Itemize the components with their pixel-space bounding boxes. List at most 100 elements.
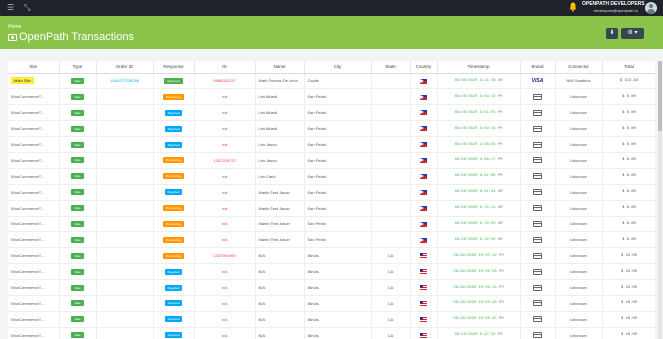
cell-id[interactable]: n/a (194, 231, 256, 249)
cell-order-id[interactable] (96, 247, 154, 265)
column-header-name[interactable]: Name (255, 61, 305, 74)
cell-state: CA (371, 279, 411, 296)
scrollbar-thumb[interactable] (658, 61, 662, 131)
user-name[interactable]: OPENPATH DEVELOPERS (582, 1, 645, 7)
column-header-state[interactable]: State (371, 61, 411, 74)
cell-total: $ 10.00 (602, 327, 655, 339)
cell-id[interactable]: n/a (194, 295, 256, 312)
cell-order-id[interactable] (96, 136, 154, 153)
cell-order-id[interactable] (96, 231, 154, 249)
cell-order-id[interactable] (96, 184, 154, 201)
table-row[interactable]: WooCommerceT... Sale Rejected n/a Lim Aldaid… (8, 104, 655, 122)
cell-country (410, 104, 438, 122)
philippines-flag-icon (420, 94, 427, 100)
table-row[interactable]: WooCommerceT... Sale Rejected n/a Lim Jason S… (8, 136, 655, 153)
cell-type: Sale (59, 231, 97, 249)
column-header-brand[interactable]: Brand (520, 61, 556, 74)
table-row[interactable]: WooCommerceT... Sale Rejected n/a N/A Illinoi… (8, 311, 655, 328)
cell-order-id[interactable] (96, 88, 154, 106)
cell-id[interactable]: n/a (194, 311, 256, 328)
cell-connector: Unknown (555, 247, 603, 265)
cell-city: San Pedro (304, 152, 372, 169)
cell-id[interactable]: n/a (194, 279, 256, 296)
response-badge: Rejected (164, 109, 183, 116)
cell-order-id[interactable] (96, 263, 154, 281)
cell-id[interactable]: n/a (194, 88, 256, 106)
cell-order-id[interactable] (96, 279, 154, 296)
cell-order-id[interactable] (96, 152, 154, 169)
table-row[interactable]: WooCommerceT... Sale Processing 1337964965 N… (8, 247, 655, 265)
table-row[interactable]: WooCommerceT... Sale Rejected n/a N/A Illinoi… (8, 279, 655, 296)
response-badge: Processing (163, 93, 184, 100)
cell-site: WooCommerceT... (8, 295, 60, 312)
table-row[interactable]: WooCommerceT... Sale Processing n/a Martin T… (8, 231, 655, 249)
scrollbar[interactable] (658, 61, 662, 339)
cell-id[interactable]: 1337964965 (194, 247, 256, 265)
table-row[interactable]: WooCommerceT... Sale Processing 1337209722 L… (8, 152, 655, 169)
download-button[interactable]: ⬇ (606, 28, 618, 39)
table-row[interactable]: WooCommerceT... Sale Processing n/a Lim Carl… (8, 168, 655, 185)
credit-card-icon (533, 109, 542, 116)
column-header-order-id[interactable]: Order ID (96, 61, 154, 74)
cell-id[interactable]: 1337209722 (194, 152, 256, 169)
column-header-type[interactable]: Type (59, 61, 97, 74)
cell-id[interactable]: 0988262227 (194, 73, 256, 90)
table-row[interactable]: WooCommerceT... Sale Processing n/a Lim Alda… (8, 88, 655, 106)
cell-connector: Unknown (555, 168, 603, 185)
cell-timestamp: 09/28/2020 3:51:55 PM (437, 104, 521, 122)
table-row[interactable]: WooCommerceT... Sale Rejected n/a N/A Illinoi… (8, 295, 655, 312)
column-header-connector[interactable]: Connector (555, 61, 603, 74)
visa-icon: VISA (531, 77, 544, 84)
cell-response: Rejected (153, 120, 195, 138)
column-header-response[interactable]: Response (153, 61, 195, 74)
cell-site: WooCommerceT... (8, 279, 60, 296)
cell-id[interactable]: n/a (194, 168, 256, 185)
column-header-total[interactable]: Total (602, 61, 655, 74)
type-badge: Sale (71, 220, 84, 227)
cell-timestamp: 09/18/2020 10:05:14 PM (437, 279, 521, 296)
cell-order-id[interactable] (96, 200, 154, 217)
settings-button[interactable]: ⚙ ▾ (621, 28, 644, 39)
table-row[interactable]: WooCommerceT... Sale Rejected n/a Lim Aldaid… (8, 120, 655, 138)
table-row[interactable]: WooCommerceT... Sale Rejected n/a N/A Illinoi… (8, 327, 655, 339)
table-row[interactable]: WooCommerceT... Sale Processing n/a Martin T… (8, 216, 655, 233)
cell-id[interactable]: n/a (194, 216, 256, 233)
breadcrumb[interactable]: Home (8, 24, 21, 30)
cell-state: CA (371, 247, 411, 265)
table-row[interactable]: WooCommerceT... Sale Processing n/a Martin T… (8, 200, 655, 217)
cell-id[interactable]: n/a (194, 136, 256, 153)
cell-order-id[interactable] (96, 311, 154, 328)
cell-order-id[interactable] (96, 168, 154, 185)
cell-timestamp: 09/28/2020 9:15:11 AM (437, 200, 521, 217)
philippines-flag-icon (420, 126, 427, 132)
cell-order-id[interactable] (96, 104, 154, 122)
cell-site: WooCommerceT... (8, 88, 60, 106)
column-header-id[interactable]: ID (194, 61, 256, 74)
cell-order-id[interactable] (96, 120, 154, 138)
cell-id[interactable]: n/a (194, 120, 256, 138)
type-badge: Sale (71, 284, 84, 291)
column-header-timestamp[interactable]: Timestamp (437, 61, 521, 74)
column-header-city[interactable]: City (304, 61, 372, 74)
cell-id[interactable]: n/a (194, 200, 256, 217)
table-row[interactable]: WooCommerceT... Sale Rejected n/a N/A Illinoi… (8, 263, 655, 281)
cell-order-id[interactable] (96, 216, 154, 233)
menu-icon[interactable]: ☰ (7, 3, 14, 12)
cell-id[interactable]: n/a (194, 327, 256, 339)
table-row[interactable]: Main Site Sale 1549727228766 Approved 098826… (8, 73, 655, 90)
table-row[interactable]: WooCommerceT... Sale Rejected n/a Martin Tes… (8, 184, 655, 201)
column-header-country[interactable]: Country (410, 61, 438, 74)
cell-connector: Unknown (555, 231, 603, 249)
cell-connector: Unknown (555, 120, 603, 138)
cell-order-id[interactable] (96, 295, 154, 312)
expand-icon[interactable]: ⤡ (24, 3, 30, 13)
cell-order-id[interactable] (96, 327, 154, 339)
bell-icon[interactable] (569, 2, 577, 12)
column-header-site[interactable]: Site (8, 61, 60, 74)
cell-id[interactable]: n/a (194, 263, 256, 281)
avatar[interactable] (645, 2, 657, 14)
cell-order-id[interactable]: 1549727228766 (96, 73, 154, 90)
philippines-flag-icon (420, 110, 427, 116)
cell-id[interactable]: n/a (194, 184, 256, 201)
cell-id[interactable]: n/a (194, 104, 256, 122)
